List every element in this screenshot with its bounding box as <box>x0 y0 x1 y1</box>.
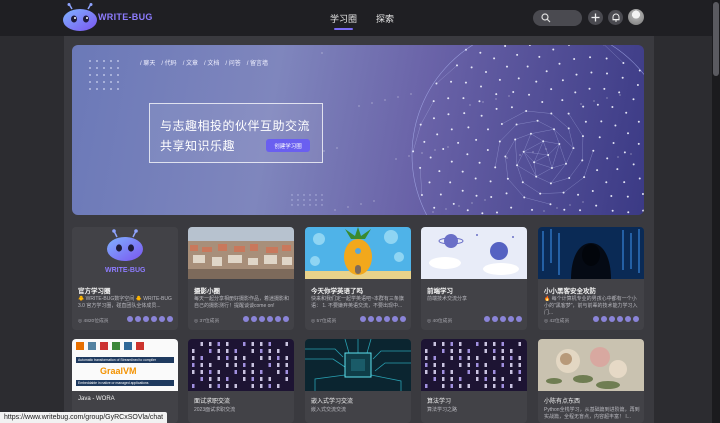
member-avatars <box>593 316 639 322</box>
member-count: ◎ 42位成员 <box>544 319 570 324</box>
hero-banner: / 聊天 / 代码 / 文章 / 文档 / 问答 / 留言墙 与志趣相投的伙伴互助交流 共… <box>72 45 644 215</box>
matrix-code-thumbnail <box>421 339 527 391</box>
card-description: 前端技术交流分享 <box>427 296 468 302</box>
circle-card-english[interactable]: 今天你学英语了吗 快来和我们定一起学英语吧~本群有三条旗语： 1. 不要嫌弃英语… <box>305 227 411 330</box>
card-description: 算法学习之路 <box>427 407 458 413</box>
member-count: ◎ 40位成员 <box>427 319 453 324</box>
banner-tag-qa: / 问答 <box>225 61 241 67</box>
notification-button[interactable] <box>608 10 623 25</box>
member-count: ◎ 57位成员 <box>311 319 337 324</box>
banner-tag-code: / 代码 <box>161 61 177 67</box>
member-avatars <box>360 316 406 322</box>
slogan-line-1: 与志趣相投的伙伴互助交流 <box>160 119 311 133</box>
java-thumb-subcaption: Embeddable in native or managed applicat… <box>76 380 174 386</box>
card-title: 算法学习 <box>427 399 452 405</box>
card-description: 每天一起分享相册好摄影作品，着迷摄影和自己的摄影测行！提醒谈谈come on! <box>194 296 290 309</box>
nav-tab-explore[interactable]: 探索 <box>376 12 394 25</box>
circle-card-official[interactable]: WRITE-BUG 官方学习圈 🐥 WRITE-BUG数字空间 🐥 WRITE-… <box>72 227 178 330</box>
bug-mascot-icon[interactable] <box>60 3 100 33</box>
logo-text[interactable]: WRITE-BUG <box>98 12 153 22</box>
card-title: 今天你学英语了吗 <box>311 288 363 295</box>
create-circle-button[interactable]: 创建学习圈 <box>266 139 310 152</box>
circle-card-embedded[interactable]: 嵌入式学习交流 嵌入式交流交流 <box>305 339 411 423</box>
circle-card-photography[interactable]: 摄影小圈 每天一起分享相册好摄影作品，着迷摄影和自己的摄影测行！提醒谈谈come… <box>188 227 294 330</box>
member-count: ◎ 37位成员 <box>194 319 220 324</box>
city-photo-thumbnail <box>188 227 294 279</box>
banner-tag-doc: / 文档 <box>204 61 220 67</box>
card-title: 嵌入式学习交流 <box>311 399 354 405</box>
member-avatars <box>127 316 173 322</box>
search-button[interactable] <box>533 10 582 26</box>
circle-card-java[interactable]: Automatic transformation of Streamlined … <box>72 339 178 423</box>
card-title: Java - WORA <box>78 396 115 402</box>
card-description: 快来和我们定一起学英语吧~本群有三条旗语： 1. 不要嫌弃英语交流，不要出现中.… <box>311 296 404 309</box>
card-description: 🔥 每个计算机专业的男孩心中都有一个小小的"黑客梦"，前与前辈的技术能力学习入门… <box>544 296 638 316</box>
scrollbar-thumb[interactable] <box>713 2 719 76</box>
graalvm-brand: GraalVM <box>100 366 137 376</box>
card-description: 嵌入式交流交流 <box>311 407 347 413</box>
add-button[interactable] <box>588 10 603 25</box>
circle-card-interview[interactable]: 面试求职交流 2023面试求职交流 <box>188 339 294 423</box>
banner-tag-wall: / 留言墙 <box>246 61 269 67</box>
banner-tag-chat: / 聊天 <box>140 61 156 67</box>
card-description: Python全栈学习，从基础篇到进阶篇，再到实战篇，全程无盲点，内容超丰富！ I… <box>544 407 640 420</box>
member-count: ◎ 4820位成员 <box>78 319 109 324</box>
circle-card-frontend[interactable]: 前端学习 前端技术交流分享 ◎ 40位成员 <box>421 227 527 330</box>
flower-painting-thumbnail <box>538 339 644 391</box>
page-scrollbar[interactable] <box>712 0 720 423</box>
pineapple-house-thumbnail <box>305 227 411 279</box>
card-description: 2023面试求职交流 <box>194 407 236 413</box>
circle-card-xiaochen[interactable]: 小陈有点东西 Python全栈学习，从基础篇到进阶篇，再到实战篇，全程无盲点，内… <box>538 339 644 423</box>
card-logo-text: WRITE-BUG <box>105 267 146 274</box>
search-icon <box>541 13 551 23</box>
status-bar-url: https://www.writebug.com/group/GyRCxSOVl… <box>0 412 168 423</box>
card-title: 摄影小圈 <box>194 288 220 295</box>
member-avatars <box>484 316 522 322</box>
top-navbar: WRITE-BUG 学习圈 探索 <box>0 0 712 36</box>
slogan-line-2: 共享知识乐趣 <box>160 139 236 153</box>
circle-card-algorithm[interactable]: 算法学习 算法学习之路 <box>421 339 527 423</box>
hacker-thumbnail <box>538 227 644 279</box>
nav-tab-learning-circle[interactable]: 学习圈 <box>330 12 357 30</box>
user-avatar[interactable] <box>628 9 644 25</box>
java-thumbnail: Automatic transformation of Streamlined … <box>72 339 178 391</box>
circuit-chip-thumbnail <box>305 339 411 391</box>
banner-tag-article: / 文章 <box>182 61 199 67</box>
java-thumb-caption: Automatic transformation of Streamlined … <box>76 357 174 363</box>
bell-icon <box>612 13 619 22</box>
card-title: 面试求职交流 <box>194 399 231 405</box>
card-title: 小陈有点东西 <box>544 399 581 405</box>
planets-thumbnail <box>421 227 527 279</box>
card-title: 前端学习 <box>427 288 453 295</box>
card-thumbnail: WRITE-BUG <box>72 227 178 279</box>
card-description: 🐥 WRITE-BUG数字空间 🐥 WRITE-BUG 3.0 官方学习圈，碰直… <box>78 296 172 309</box>
tech-logo-strip <box>76 342 174 354</box>
plus-icon <box>591 13 600 22</box>
banner-feature-tags: / 聊天 / 代码 / 文章 / 文档 / 问答 / 留言墙 <box>140 58 274 67</box>
circle-card-hacker[interactable]: 小小黑客安全攻防 🔥 每个计算机专业的男孩心中都有一个小小的"黑客梦"，前与前辈… <box>538 227 644 330</box>
matrix-code-thumbnail <box>188 339 294 391</box>
card-title: 官方学习圈 <box>78 288 111 295</box>
member-avatars <box>243 316 289 322</box>
card-title: 小小黑客安全攻防 <box>544 288 596 295</box>
